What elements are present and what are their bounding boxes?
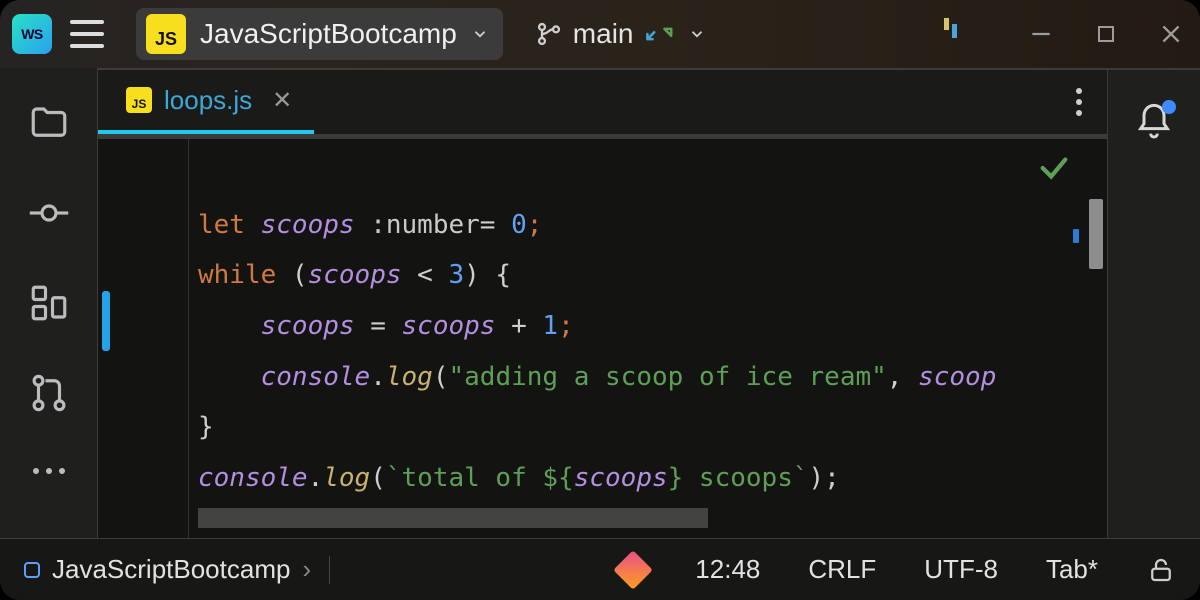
app-icon-label: WS	[21, 26, 43, 42]
window-maximize-button[interactable]	[1094, 22, 1118, 46]
notification-dot-icon	[1162, 100, 1176, 114]
gutter-line	[188, 139, 189, 538]
left-tool-sidebar	[0, 68, 98, 538]
titlebar: WS JS JavaScriptBootcamp main	[0, 0, 1200, 68]
right-toolbar-indicator-icon[interactable]	[942, 14, 962, 54]
code-editor[interactable]: let scoops :number= 0; while (scoops < 3…	[98, 138, 1107, 538]
code-content[interactable]: let scoops :number= 0; while (scoops < 3…	[198, 149, 1107, 538]
app-icon[interactable]: WS	[12, 14, 52, 54]
inspection-ok-icon[interactable]	[1037, 151, 1071, 185]
window-close-button[interactable]	[1158, 21, 1184, 47]
pull-requests-tool-icon[interactable]	[28, 372, 70, 414]
project-selector[interactable]: JS JavaScriptBootcamp	[136, 8, 503, 60]
error-stripe-marker[interactable]	[1073, 229, 1079, 243]
commit-tool-icon[interactable]	[28, 192, 70, 234]
horizontal-scrollbar[interactable]	[198, 508, 708, 528]
tab-label: loops.js	[164, 85, 252, 116]
cursor-position[interactable]: 12:48	[695, 554, 760, 585]
right-tool-sidebar	[1108, 68, 1200, 538]
file-encoding[interactable]: UTF-8	[924, 554, 998, 585]
project-tool-icon[interactable]	[28, 102, 70, 144]
structure-tool-icon[interactable]	[28, 282, 70, 324]
tab-options-button[interactable]	[1075, 70, 1083, 134]
branch-name: main	[573, 18, 634, 50]
ide-services-icon[interactable]	[613, 550, 653, 590]
breadcrumb-project: JavaScriptBootcamp	[52, 554, 290, 585]
module-icon	[24, 562, 40, 578]
readonly-toggle-icon[interactable]	[1146, 555, 1176, 585]
breadcrumb[interactable]: JavaScriptBootcamp ›	[24, 554, 330, 585]
chevron-down-icon[interactable]	[688, 25, 706, 43]
more-tools-icon[interactable]	[28, 462, 70, 480]
close-tab-button[interactable]: ✕	[264, 86, 292, 115]
main-menu-button[interactable]	[70, 14, 110, 54]
vcs-branch-widget[interactable]: main	[535, 18, 706, 50]
js-file-icon: JS	[146, 14, 186, 54]
branch-icon	[535, 20, 563, 48]
indent-setting[interactable]: Tab*	[1046, 554, 1098, 585]
editor-tab-loops[interactable]: JS loops.js ✕	[98, 70, 314, 134]
editor-tab-bar: JS loops.js ✕	[98, 70, 1107, 134]
js-file-icon: JS	[126, 87, 152, 113]
line-separator[interactable]: CRLF	[808, 554, 876, 585]
change-marker[interactable]	[102, 291, 110, 351]
chevron-right-icon: ›	[302, 554, 311, 585]
vertical-scrollbar[interactable]	[1089, 199, 1103, 269]
status-bar: JavaScriptBootcamp › 12:48 CRLF UTF-8 Ta…	[0, 538, 1200, 600]
project-name: JavaScriptBootcamp	[200, 18, 457, 50]
window-minimize-button[interactable]	[1028, 21, 1054, 47]
update-project-icon[interactable]	[644, 20, 678, 48]
chevron-down-icon	[471, 25, 489, 43]
notifications-button[interactable]	[1134, 102, 1174, 147]
separator	[329, 556, 330, 584]
editor-area: JS loops.js ✕ let scoops :number= 0; whi…	[98, 68, 1108, 538]
